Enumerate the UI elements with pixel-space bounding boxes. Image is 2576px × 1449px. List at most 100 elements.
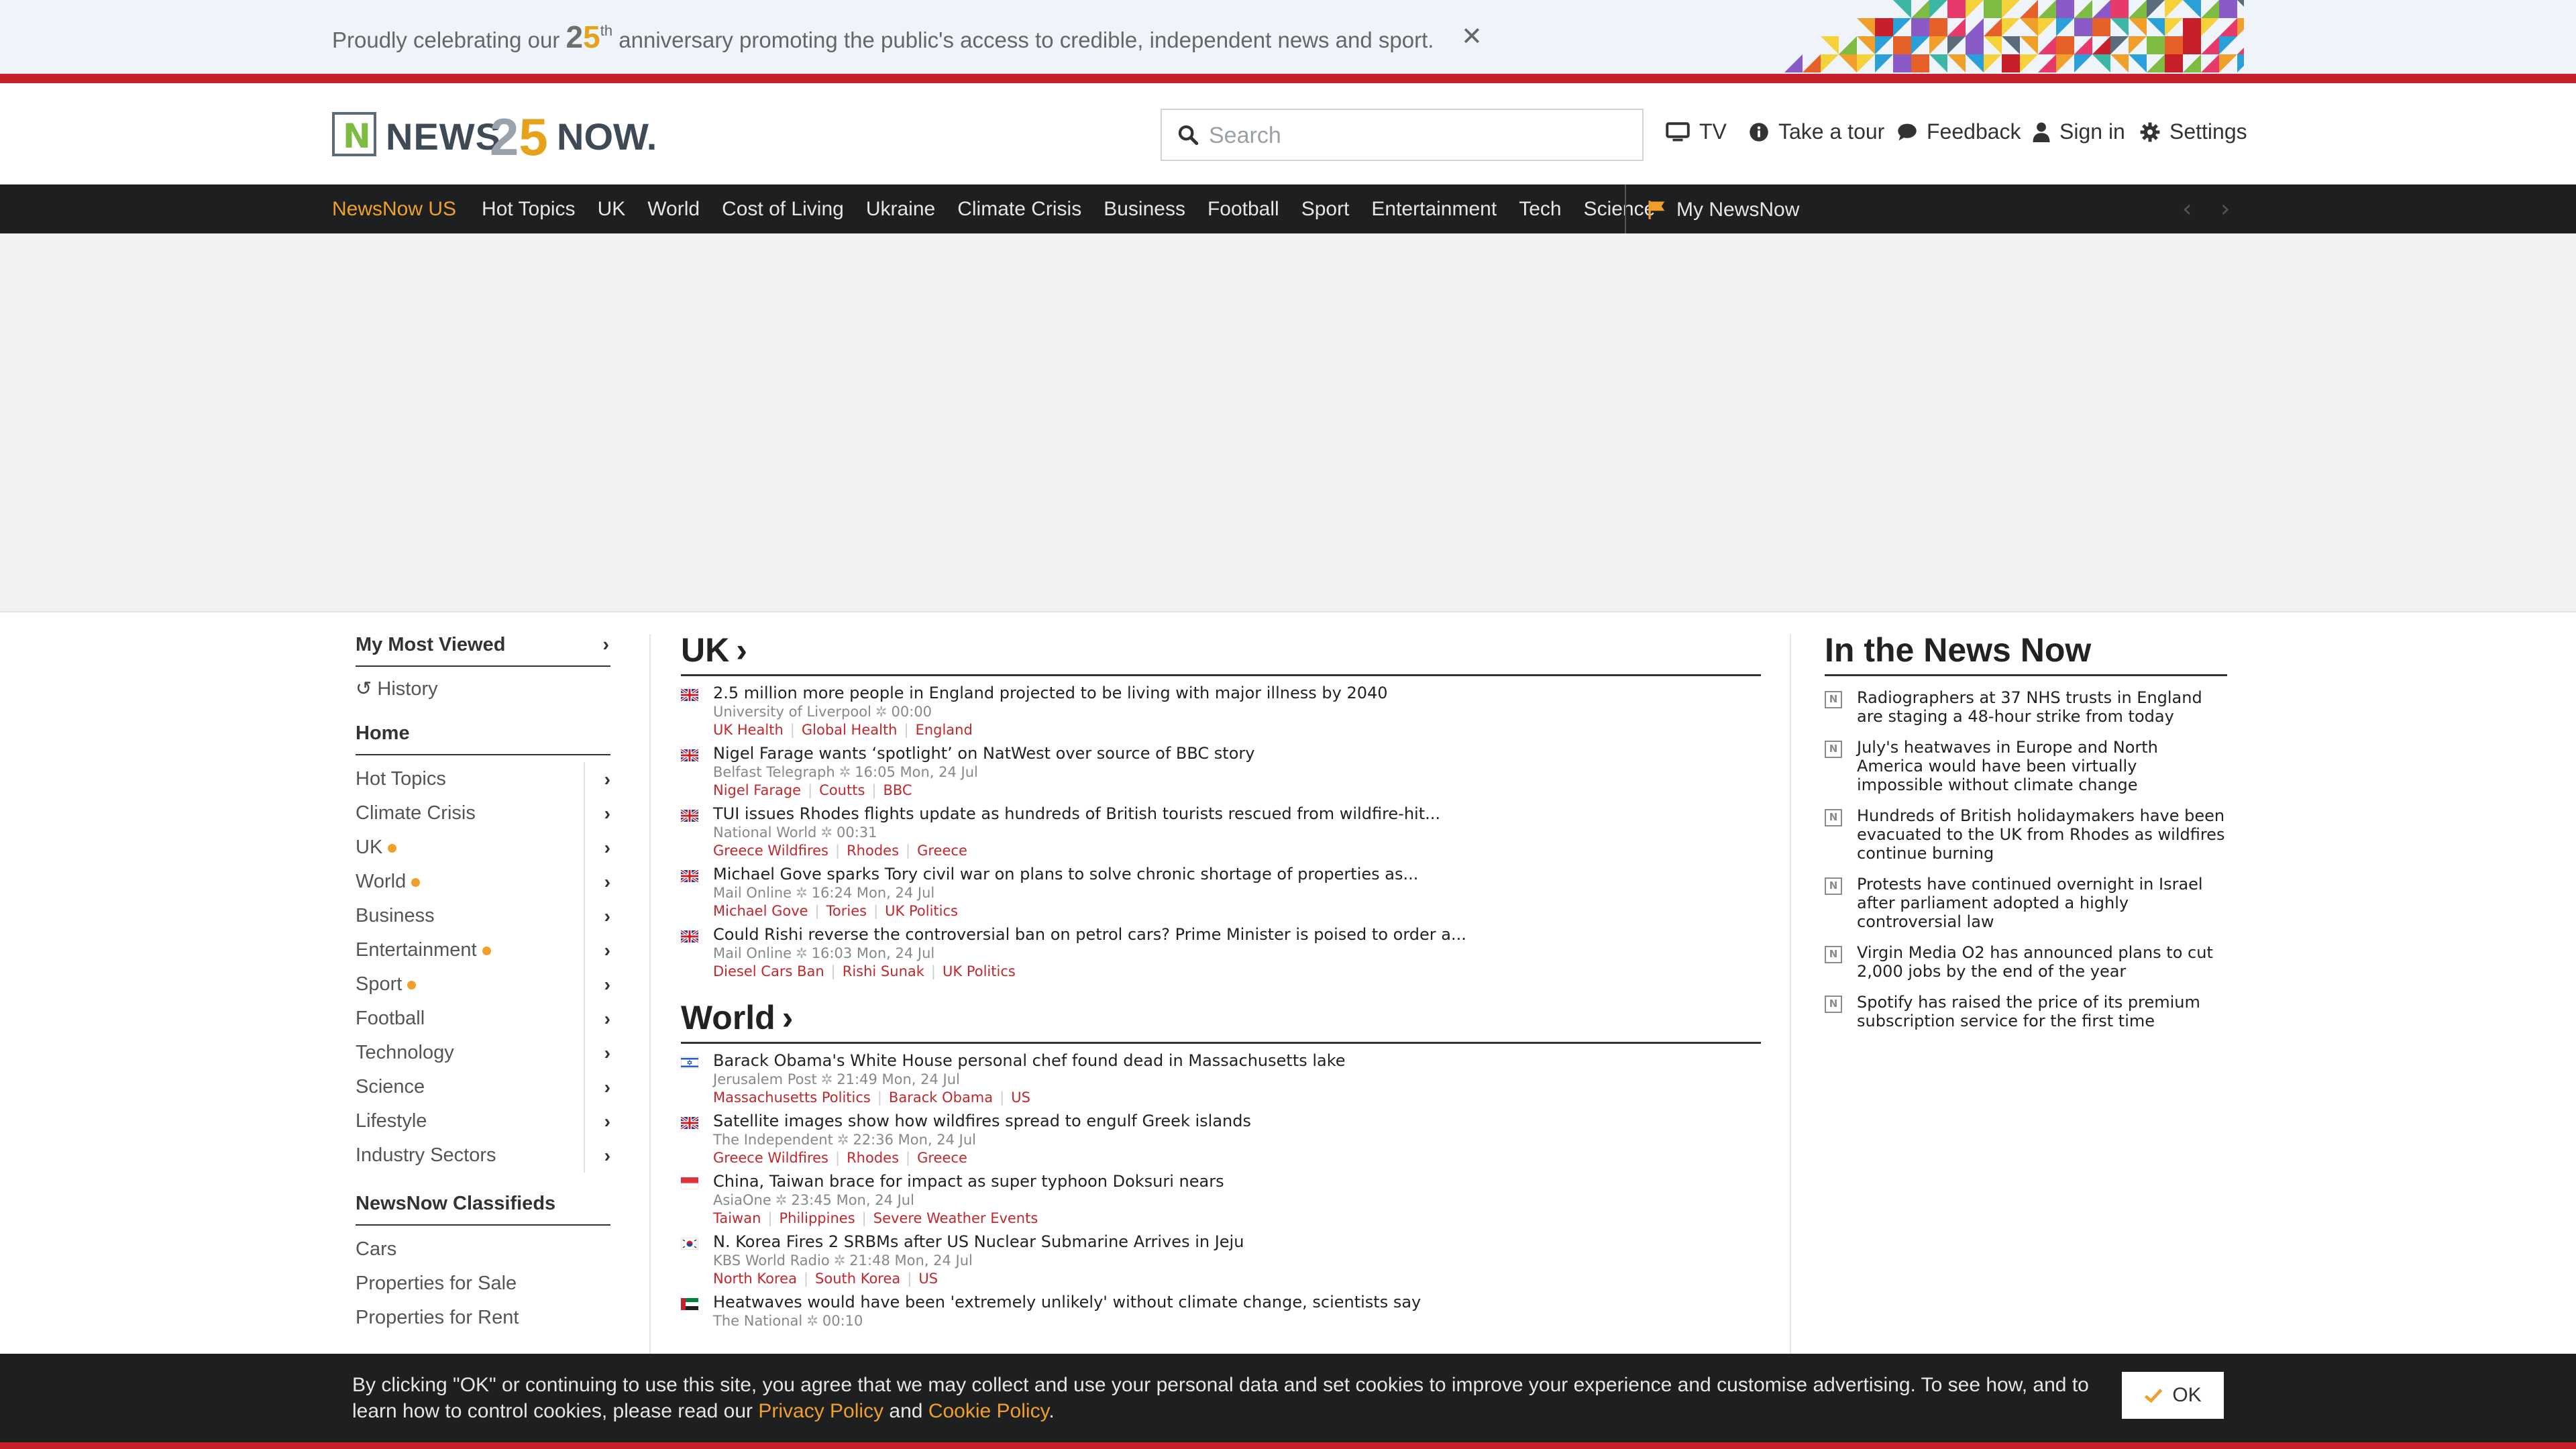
source-settings-icon[interactable]: ✲ — [834, 1252, 846, 1269]
article-headline-link[interactable]: N. Korea Fires 2 SRBMs after US Nuclear … — [713, 1232, 1761, 1252]
cookie-ok-button[interactable]: OK — [2122, 1372, 2224, 1419]
source-settings-icon[interactable]: ✲ — [839, 764, 851, 780]
topic-nav-item[interactable]: Tech — [1519, 198, 1561, 221]
article-source[interactable]: The National — [713, 1313, 802, 1329]
article-tag-link[interactable]: Greece — [917, 1150, 967, 1166]
nav-tv[interactable]: TV — [1666, 119, 1727, 144]
article-source[interactable]: Mail Online — [713, 945, 792, 961]
topic-nav-item[interactable]: Ukraine — [866, 198, 935, 221]
article-tag-link[interactable]: Diesel Cars Ban — [713, 963, 824, 979]
article-headline-link[interactable]: Barack Obama's White House personal chef… — [713, 1051, 1761, 1071]
article-tag-link[interactable]: Rhodes — [847, 843, 899, 859]
sidebar-category-item[interactable]: Climate Crisis › — [356, 796, 610, 830]
article-source[interactable]: National World — [713, 824, 816, 841]
article-headline-link[interactable]: 2.5 million more people in England proje… — [713, 684, 1761, 703]
source-settings-icon[interactable]: ✲ — [875, 704, 888, 720]
topic-nav-active-edition[interactable]: NewsNow US — [332, 198, 456, 221]
close-banner-icon[interactable]: ✕ — [1461, 21, 1483, 51]
newsnow-logo[interactable]: N NEWS 25 NOW. — [332, 107, 657, 166]
article-tag-link[interactable]: Tories — [826, 903, 867, 919]
article-tag-link[interactable]: UK Health — [713, 722, 784, 738]
chevron-right-icon[interactable]: › — [584, 1104, 610, 1138]
in-the-news-now-item[interactable]: N Hundreds of British holidaymakers have … — [1825, 806, 2227, 863]
my-newsnow-link[interactable]: My NewsNow — [1647, 199, 1799, 221]
article-tag-link[interactable]: North Korea — [713, 1271, 797, 1287]
topic-nav-item[interactable]: Sport — [1301, 198, 1350, 221]
source-settings-icon[interactable]: ✲ — [821, 1071, 833, 1087]
article-tag-link[interactable]: Global Health — [802, 722, 898, 738]
article-tag-link[interactable]: Coutts — [819, 782, 865, 798]
sidebar-category-item[interactable]: Industry Sectors › — [356, 1138, 610, 1173]
search-input[interactable] — [1209, 118, 1625, 153]
article-tag-link[interactable]: Taiwan — [713, 1210, 761, 1226]
article-tag-link[interactable]: Michael Gove — [713, 903, 808, 919]
article-tag-link[interactable]: Greece Wildfires — [713, 843, 828, 859]
sidebar-category-item[interactable]: Lifestyle › — [356, 1104, 610, 1138]
sidebar-category-item[interactable]: Hot Topics › — [356, 762, 610, 796]
source-settings-icon[interactable]: ✲ — [820, 824, 833, 841]
article-headline-link[interactable]: Heatwaves would have been 'extremely unl… — [713, 1293, 1761, 1312]
article-tag-link[interactable]: BBC — [883, 782, 912, 798]
article-tag-link[interactable]: Greece — [917, 843, 967, 859]
topic-nav-item[interactable]: UK — [598, 198, 626, 221]
nav-scroll-right-icon[interactable]: › — [2220, 195, 2230, 223]
chevron-right-icon[interactable]: › — [584, 933, 610, 967]
article-tag-link[interactable]: Greece Wildfires — [713, 1150, 828, 1166]
chevron-right-icon[interactable]: › — [584, 830, 610, 865]
sidebar-category-item[interactable]: Entertainment › — [356, 933, 610, 967]
article-tag-link[interactable]: Rishi Sunak — [843, 963, 924, 979]
topic-nav-item[interactable]: Climate Crisis — [957, 198, 1081, 221]
article-tag-link[interactable]: US — [1011, 1089, 1030, 1106]
chevron-right-icon[interactable]: › — [584, 1070, 610, 1104]
nav-feedback[interactable]: Feedback — [1897, 119, 2021, 144]
article-tag-link[interactable]: England — [916, 722, 973, 738]
chevron-right-icon[interactable]: › — [584, 865, 610, 899]
source-settings-icon[interactable]: ✲ — [806, 1313, 818, 1329]
article-headline-link[interactable]: China, Taiwan brace for impact as super … — [713, 1172, 1761, 1191]
article-tag-link[interactable]: US — [918, 1271, 938, 1287]
article-tag-link[interactable]: Philippines — [780, 1210, 855, 1226]
article-source[interactable]: KBS World Radio — [713, 1252, 830, 1269]
privacy-policy-link[interactable]: Privacy Policy — [758, 1400, 883, 1422]
classifieds-link[interactable]: Properties for Rent — [356, 1301, 610, 1335]
article-tag-link[interactable]: Massachusetts Politics — [713, 1089, 871, 1106]
article-headline-link[interactable]: TUI issues Rhodes flights update as hund… — [713, 804, 1761, 824]
topic-nav-item[interactable]: Science — [1584, 198, 1656, 221]
chevron-right-icon[interactable]: › — [584, 1036, 610, 1070]
chevron-right-icon[interactable]: › — [584, 1002, 610, 1036]
article-tag-link[interactable]: Nigel Farage — [713, 782, 801, 798]
topic-nav-item[interactable]: World — [647, 198, 700, 221]
article-source[interactable]: AsiaOne — [713, 1192, 771, 1208]
chevron-right-icon[interactable]: › — [584, 899, 610, 933]
classifieds-link[interactable]: Cars — [356, 1232, 610, 1267]
nav-settings[interactable]: Settings — [2140, 119, 2247, 144]
home-heading[interactable]: Home — [356, 722, 610, 755]
sidebar-category-item[interactable]: Sport › — [356, 967, 610, 1002]
article-tag-link[interactable]: Severe Weather Events — [873, 1210, 1038, 1226]
my-most-viewed-heading[interactable]: My Most Viewed › — [356, 634, 610, 667]
in-the-news-now-item[interactable]: N Radiographers at 37 NHS trusts in Engla… — [1825, 688, 2227, 726]
topic-nav-item[interactable]: Business — [1104, 198, 1185, 221]
sidebar-category-item[interactable]: Business › — [356, 899, 610, 933]
in-the-news-now-item[interactable]: N Virgin Media O2 has announced plans to … — [1825, 943, 2227, 981]
chevron-right-icon[interactable]: › — [584, 762, 610, 796]
nav-take-a-tour[interactable]: Take a tour — [1749, 119, 1884, 144]
article-headline-link[interactable]: Could Rishi reverse the controversial ba… — [713, 925, 1761, 945]
article-headline-link[interactable]: Satellite images show how wildfires spre… — [713, 1112, 1761, 1131]
article-tag-link[interactable]: UK Politics — [885, 903, 958, 919]
nav-scroll-left-icon[interactable]: ‹ — [2182, 195, 2192, 223]
topic-nav-item[interactable]: Football — [1208, 198, 1279, 221]
article-tag-link[interactable]: UK Politics — [943, 963, 1016, 979]
sidebar-category-item[interactable]: UK › — [356, 830, 610, 865]
article-headline-link[interactable]: Michael Gove sparks Tory civil war on pl… — [713, 865, 1761, 884]
source-settings-icon[interactable]: ✲ — [837, 1132, 849, 1148]
in-the-news-now-item[interactable]: N Protests have continued overnight in Is… — [1825, 875, 2227, 931]
nav-sign-in[interactable]: Sign in — [2033, 119, 2125, 144]
sidebar-category-item[interactable]: Football › — [356, 1002, 610, 1036]
topic-nav-item[interactable]: Hot Topics — [482, 198, 576, 221]
classifieds-link[interactable]: Properties for Sale — [356, 1267, 610, 1301]
article-source[interactable]: Belfast Telegraph — [713, 764, 835, 780]
source-settings-icon[interactable]: ✲ — [796, 945, 808, 961]
section-title[interactable]: World › — [681, 998, 1761, 1044]
sidebar-category-item[interactable]: Science › — [356, 1070, 610, 1104]
